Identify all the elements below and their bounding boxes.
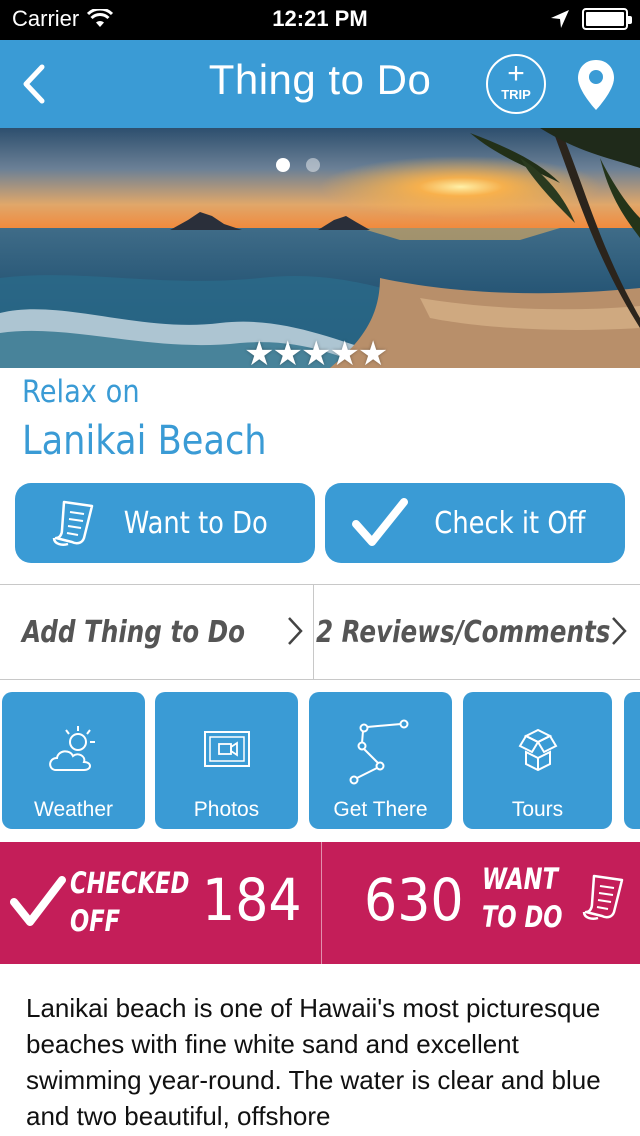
nav-bar: Thing to Do + TRIP bbox=[0, 40, 640, 128]
carousel-dot-active[interactable] bbox=[276, 158, 290, 172]
checked-off-label: CHECKED OFF bbox=[70, 864, 189, 940]
want-to-do-label: Want to Do bbox=[123, 505, 269, 541]
add-thing-to-do-link[interactable]: Add Thing to Do bbox=[22, 585, 312, 679]
chevron-right-icon bbox=[288, 617, 303, 645]
add-to-trip-button[interactable]: + TRIP bbox=[486, 54, 546, 114]
plus-icon: + bbox=[507, 57, 525, 90]
hero-image[interactable]: ★★★★★ bbox=[0, 128, 640, 368]
tile-get-there[interactable]: Get There bbox=[309, 692, 452, 829]
checklist-icon bbox=[52, 500, 94, 546]
location-arrow-icon bbox=[551, 10, 569, 28]
checked-off-line2: OFF bbox=[70, 904, 121, 938]
tile-weather[interactable]: Weather bbox=[2, 692, 145, 829]
want-to-do-counter-label: WANT TO DO bbox=[482, 860, 563, 936]
counters-bar: CHECKED OFF 184 630 WANT TO DO bbox=[0, 842, 640, 964]
tile-weather-label: Weather bbox=[34, 798, 113, 821]
tile-photos-label: Photos bbox=[193, 798, 260, 821]
checked-off-line1: CHECKED bbox=[70, 866, 190, 900]
rating-stars: ★★★★★ bbox=[244, 335, 388, 368]
beach-sunset-photo bbox=[0, 128, 640, 368]
counter-divider bbox=[321, 842, 322, 964]
check-it-off-label: Check it Off bbox=[434, 505, 586, 541]
status-icons bbox=[550, 8, 632, 30]
route-icon bbox=[349, 719, 408, 785]
check-it-off-button[interactable]: Check it Off bbox=[325, 483, 625, 563]
photos-icon bbox=[203, 731, 250, 767]
want-to-do-line2: TO DO bbox=[482, 900, 563, 934]
tile-more-partial[interactable] bbox=[624, 692, 640, 829]
clock: 12:21 PM bbox=[272, 6, 368, 31]
link-row: Add Thing to Do 2 Reviews/Comments bbox=[0, 584, 640, 680]
tile-tours[interactable]: Tours bbox=[463, 692, 612, 829]
map-pin-icon[interactable] bbox=[576, 58, 616, 112]
tile-photos[interactable]: Photos bbox=[155, 692, 298, 829]
checklist-icon bbox=[582, 874, 624, 920]
want-to-do-count: 630 bbox=[364, 866, 464, 934]
weather-icon bbox=[48, 726, 95, 771]
reviews-label: 2 Reviews/Comments bbox=[316, 614, 611, 650]
status-bar: Carrier 12:21 PM bbox=[0, 0, 640, 40]
tile-tours-label: Tours bbox=[511, 798, 564, 821]
feature-tiles: Weather Photos Get There Tours bbox=[0, 692, 640, 830]
chevron-right-icon bbox=[612, 617, 627, 645]
row-divider bbox=[313, 585, 314, 679]
tile-get-there-label: Get There bbox=[333, 798, 428, 821]
carousel-dot[interactable] bbox=[306, 158, 320, 172]
battery-icon bbox=[582, 8, 632, 30]
place-title: Lanikai Beach bbox=[22, 418, 267, 464]
trip-label: TRIP bbox=[501, 87, 531, 102]
description-text: Lanikai beach is one of Hawaii's most pi… bbox=[26, 993, 601, 1131]
checkmark-icon bbox=[10, 876, 66, 926]
reviews-link[interactable]: 2 Reviews/Comments bbox=[316, 585, 638, 679]
checkmark-icon bbox=[352, 498, 409, 546]
activity-pretitle: Relax on bbox=[22, 374, 140, 410]
want-to-do-button[interactable]: Want to Do bbox=[15, 483, 315, 563]
carousel-dots[interactable] bbox=[276, 158, 320, 172]
add-thing-to-do-label: Add Thing to Do bbox=[22, 614, 246, 650]
checked-off-count: 184 bbox=[202, 866, 302, 934]
want-to-do-line1: WANT bbox=[482, 862, 559, 896]
tours-icon bbox=[518, 728, 557, 772]
